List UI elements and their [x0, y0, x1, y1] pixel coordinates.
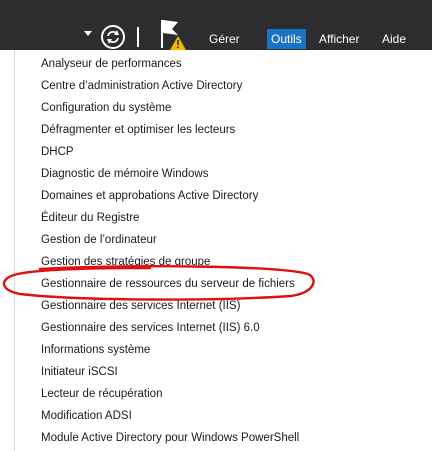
menu-item-configuration-systeme[interactable]: Configuration du système [15, 97, 299, 119]
menu-item-gestionnaire-ressources-fichiers[interactable]: Gestionnaire de ressources du serveur de… [15, 273, 299, 295]
menu-item-analyseur-performances[interactable]: Analyseur de performances [15, 53, 299, 75]
menu-item-gestion-ordinateur[interactable]: Gestion de l’ordinateur [15, 229, 299, 251]
menu-item-informations-systeme[interactable]: Informations système [15, 339, 299, 361]
menu-item-module-ad-powershell[interactable]: Module Active Directory pour Windows Pow… [15, 427, 299, 449]
flag-warning-icon[interactable] [158, 18, 188, 50]
menu-item-centre-admin-ad[interactable]: Centre d’administration Active Directory [15, 75, 299, 97]
menu-item-iis[interactable]: Gestionnaire des services Internet (IIS) [15, 295, 299, 317]
menu-item-editeur-registre[interactable]: Éditeur du Registre [15, 207, 299, 229]
menu-item-initiateur-iscsi[interactable]: Initiateur iSCSI [15, 361, 299, 383]
tools-menu-list: Analyseur de performances Centre d’admin… [15, 53, 299, 449]
menu-item-dhcp[interactable]: DHCP [15, 141, 299, 163]
menu-item-domaines-approbations[interactable]: Domaines et approbations Active Director… [15, 185, 299, 207]
top-toolbar: Gérer Outils Afficher Aide [0, 0, 432, 50]
menu-item-lecteur-recuperation[interactable]: Lecteur de récupération [15, 383, 299, 405]
menu-afficher[interactable]: Afficher [315, 29, 363, 49]
menu-item-defragmenter[interactable]: Défragmenter et optimiser les lecteurs [15, 119, 299, 141]
menu-item-strategies-groupe[interactable]: Gestion des stratégies de groupe [15, 251, 299, 273]
refresh-icon[interactable] [100, 24, 126, 50]
menu-gerer[interactable]: Gérer [205, 29, 244, 49]
menu-item-modification-adsi[interactable]: Modification ADSI [15, 405, 299, 427]
tools-dropdown-menu: Analyseur de performances Centre d’admin… [14, 50, 432, 451]
menu-item-diagnostic-memoire[interactable]: Diagnostic de mémoire Windows [15, 163, 299, 185]
menu-item-iis-6[interactable]: Gestionnaire des services Internet (IIS)… [15, 317, 299, 339]
toolbar-separator [137, 27, 139, 47]
menu-outils[interactable]: Outils [267, 29, 306, 49]
menu-aide[interactable]: Aide [378, 29, 410, 49]
chevron-down-icon[interactable] [84, 31, 92, 36]
